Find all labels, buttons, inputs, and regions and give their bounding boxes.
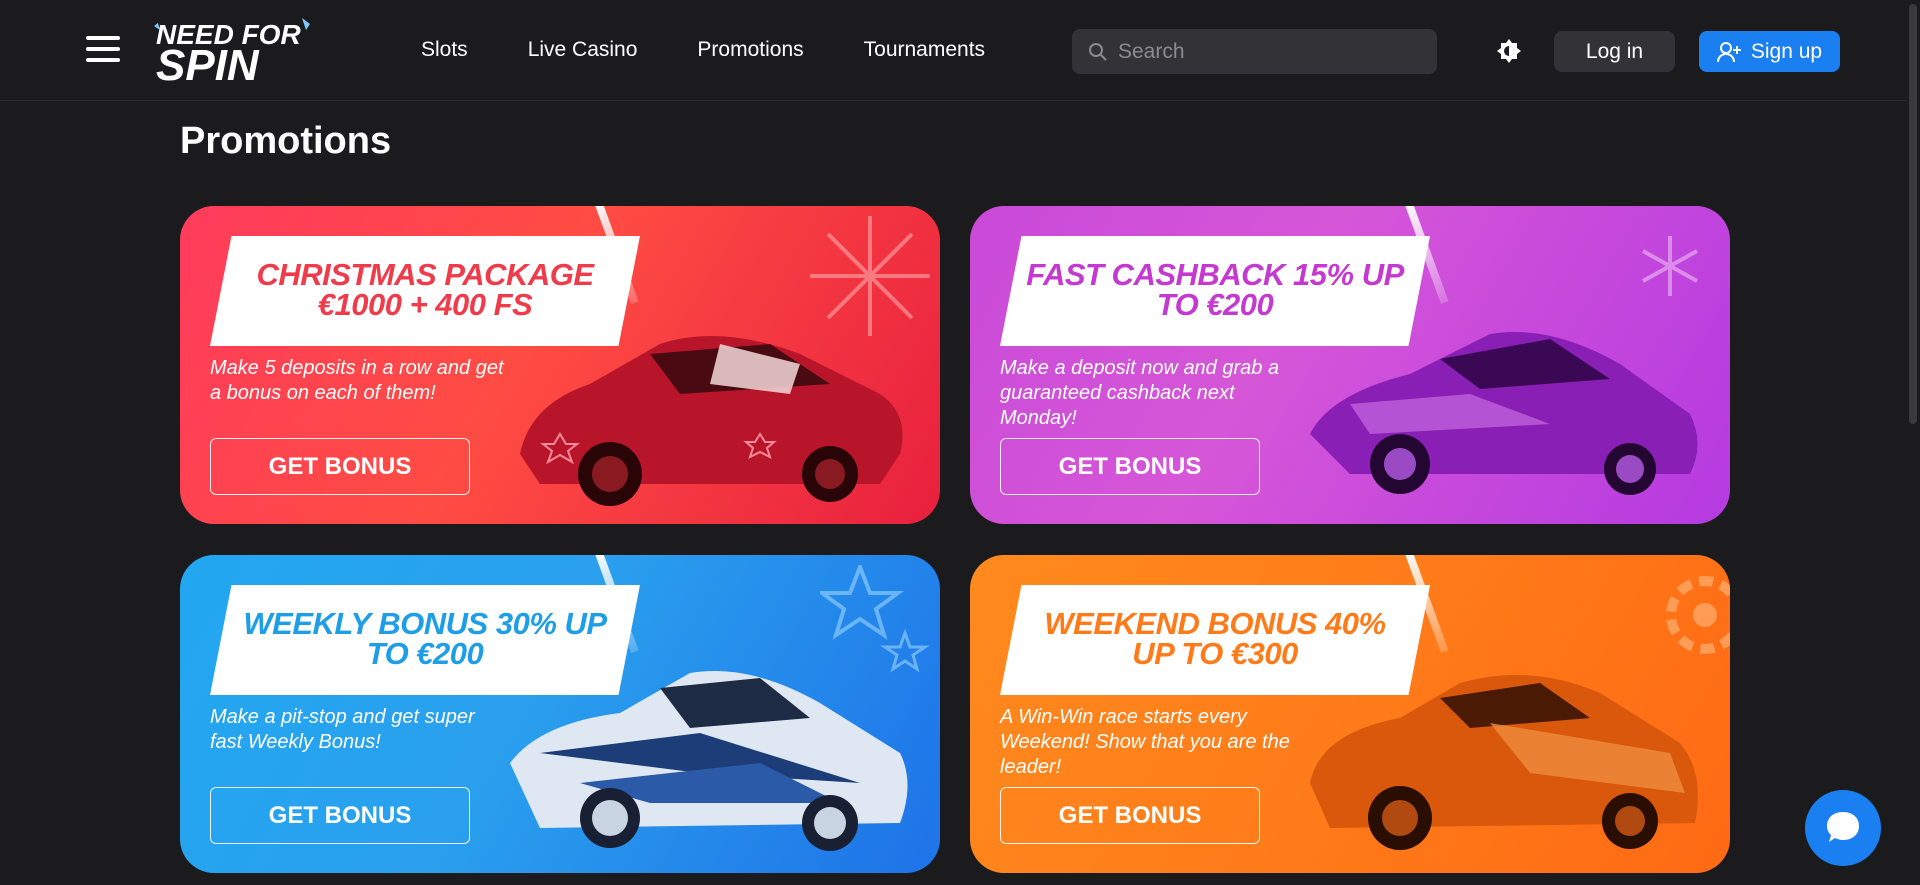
promo-description: Make 5 deposits in a row and get a bonus… <box>210 357 504 404</box>
nav-slots[interactable]: Slots <box>421 38 468 62</box>
site-header: NEED FOR SPIN Slots Live Casino Promotio… <box>0 0 1920 101</box>
hamburger-menu-icon[interactable] <box>86 36 120 64</box>
orange-car-image <box>1310 675 1698 850</box>
get-bonus-button[interactable]: GET BONUS <box>210 787 470 844</box>
promo-description: Make a pit-stop and get super fast Weekl… <box>210 706 475 753</box>
login-button[interactable]: Log in <box>1554 31 1675 72</box>
blue-car-image <box>510 671 908 851</box>
search-icon <box>1089 42 1107 61</box>
page-title: Promotions <box>180 120 392 162</box>
theme-toggle-icon[interactable] <box>1496 38 1522 64</box>
user-plus-icon <box>1716 41 1741 62</box>
nav-live-casino[interactable]: Live Casino <box>528 38 638 62</box>
promo-card-christmas: CHRISTMAS PACKAGE €1000 + 400 FS Make 5 … <box>180 206 940 524</box>
nav-tournaments[interactable]: Tournaments <box>864 38 985 62</box>
live-chat-button[interactable] <box>1805 790 1881 866</box>
promo-description: A Win-Win race starts every Weekend! Sho… <box>1000 706 1290 778</box>
signup-button[interactable]: Sign up <box>1699 31 1840 72</box>
main-nav: Slots Live Casino Promotions Tournaments <box>421 38 1045 62</box>
get-bonus-button[interactable]: GET BONUS <box>210 438 470 495</box>
get-bonus-button[interactable]: GET BONUS <box>1000 787 1260 844</box>
search-box[interactable] <box>1072 29 1437 74</box>
site-logo[interactable]: NEED FOR SPIN <box>152 14 324 86</box>
signup-label: Sign up <box>1750 39 1823 63</box>
get-bonus-button[interactable]: GET BONUS <box>1000 438 1260 495</box>
purple-car-image <box>1310 332 1698 495</box>
search-input[interactable] <box>1118 39 1418 64</box>
promo-card-weekly: WEEKLY BONUS 30% UP TO €200 Make a pit-s… <box>180 555 940 873</box>
nav-promotions[interactable]: Promotions <box>697 38 803 62</box>
promo-description: Make a deposit now and grab a guaranteed… <box>1000 357 1280 429</box>
red-car-image <box>520 336 903 506</box>
chat-icon <box>1827 812 1859 842</box>
scrollbar-thumb[interactable] <box>1909 4 1917 424</box>
logo-text-bottom: SPIN <box>156 41 260 86</box>
promo-card-cashback: FAST CASHBACK 15% UP TO €200 Make a depo… <box>970 206 1730 524</box>
page-scrollbar[interactable] <box>1906 0 1920 885</box>
promo-card-weekend: WEEKEND BONUS 40% UP TO €300 A Win-Win r… <box>970 555 1730 873</box>
